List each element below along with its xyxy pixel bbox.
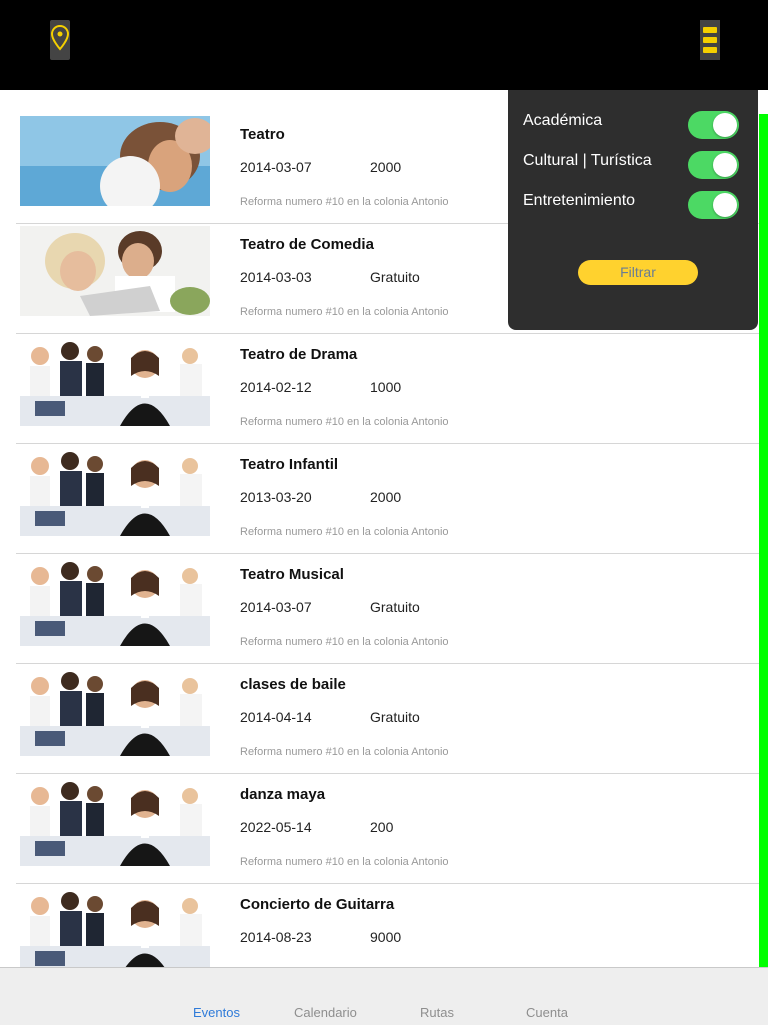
filter-label-cultural-turistica: Cultural | Turística	[523, 152, 652, 169]
menu-icon	[703, 27, 717, 33]
filter-label-entretenimiento: Entretenimiento	[523, 192, 636, 209]
event-row[interactable]: Concierto de Guitarra 2014-08-23 9000	[0, 860, 768, 967]
event-row[interactable]: clases de baile 2014-04-14 Gratuito Refo…	[0, 640, 768, 774]
toggle-academica[interactable]	[688, 111, 739, 139]
toggle-knob	[713, 153, 737, 177]
event-price: 2000	[370, 489, 402, 505]
toggle-knob	[713, 113, 737, 137]
event-price: 2000	[370, 159, 402, 175]
event-image-office-team	[20, 776, 210, 866]
event-image-office-team	[20, 446, 210, 536]
event-row[interactable]: Teatro Infantil 2013-03-20 2000 Reforma …	[0, 420, 768, 554]
event-image-office-team	[20, 886, 210, 967]
event-title: Teatro de Comedia	[240, 236, 374, 253]
event-price: Gratuito	[370, 599, 420, 615]
toggle-knob	[713, 193, 737, 217]
filter-button[interactable]: Filtrar	[578, 260, 698, 285]
event-title: Teatro	[240, 126, 285, 143]
event-date: 2013-03-20	[240, 489, 312, 505]
menu-button[interactable]	[700, 20, 720, 60]
tab-cuenta[interactable]: Cuenta	[526, 1005, 568, 1020]
event-date: 2014-03-07	[240, 159, 312, 175]
filter-label-academica: Académica	[523, 112, 603, 129]
tab-bar: Eventos Calendario Rutas Cuenta	[0, 967, 768, 1025]
event-title: clases de baile	[240, 676, 346, 693]
filter-panel: Académica Cultural | Turística Entreteni…	[508, 90, 758, 330]
tab-rutas[interactable]: Rutas	[420, 1005, 454, 1020]
event-price: Gratuito	[370, 269, 420, 285]
location-pin-icon	[50, 24, 70, 56]
toggle-cultural-turistica[interactable]	[688, 151, 739, 179]
event-title: Teatro Musical	[240, 566, 344, 583]
scroll-indicator-bar	[759, 114, 768, 968]
event-image-office-team	[20, 556, 210, 646]
event-date: 2014-08-23	[240, 929, 312, 945]
top-bar	[0, 0, 768, 90]
event-image-couple-beach	[20, 116, 210, 206]
event-date: 2014-04-14	[240, 709, 312, 725]
event-image-office-team	[20, 666, 210, 756]
location-pin-button[interactable]	[50, 20, 70, 60]
event-date: 2014-03-03	[240, 269, 312, 285]
event-row[interactable]: Teatro Musical 2014-03-07 Gratuito Refor…	[0, 530, 768, 664]
tab-calendario[interactable]: Calendario	[294, 1005, 357, 1020]
event-price: 9000	[370, 929, 402, 945]
event-title: Concierto de Guitarra	[240, 896, 395, 913]
toggle-entretenimiento[interactable]	[688, 191, 739, 219]
tab-eventos[interactable]: Eventos	[193, 1005, 240, 1020]
event-date: 2014-03-07	[240, 599, 312, 615]
event-title: Teatro Infantil	[240, 456, 339, 473]
event-image-couple-laptop	[20, 226, 210, 316]
event-title: danza maya	[240, 786, 326, 803]
event-image-office-team	[20, 336, 210, 426]
event-price: Gratuito	[370, 709, 420, 725]
event-price: 1000	[370, 379, 402, 395]
event-row[interactable]: danza maya 2022-05-14 200 Reforma numero…	[0, 750, 768, 884]
event-title: Teatro de Drama	[240, 346, 358, 363]
event-date: 2014-02-12	[240, 379, 312, 395]
event-price: 200	[370, 819, 394, 835]
event-date: 2022-05-14	[240, 819, 312, 835]
